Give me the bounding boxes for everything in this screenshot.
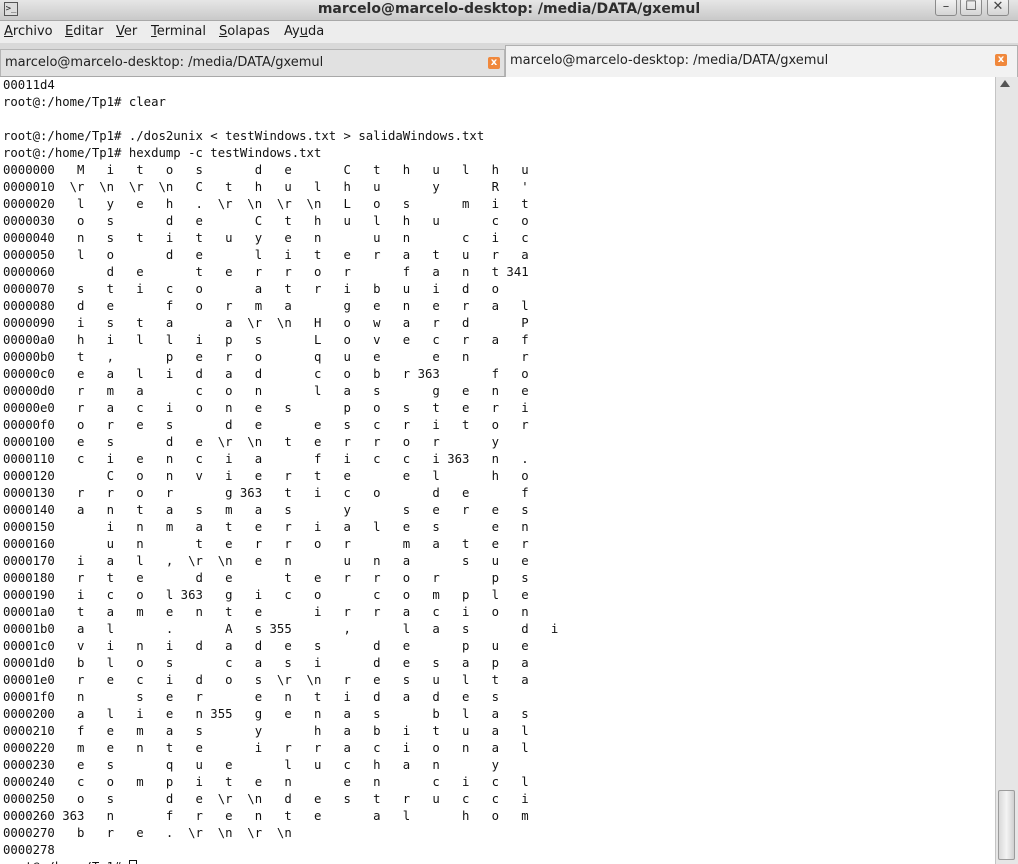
terminal-line: 00001c0 v i n i d a d e s d e p u e — [3, 639, 529, 653]
terminal-prompt: root@:/home/Tp1# — [3, 860, 129, 864]
menu-mnemonic: V — [116, 24, 124, 39]
terminal-line: 0000110 c i e n c i a f i c c i 363 n . — [3, 452, 529, 466]
terminal-line: 00000c0 e a l i d a d c o b r 363 f o — [3, 367, 529, 381]
menu-label: rchivo — [12, 24, 53, 39]
terminal-line: 0000240 c o m p i t e n e n c i c l — [3, 775, 529, 789]
terminal-line: 0000030 o s d e C t h u l h u c o — [3, 214, 529, 228]
terminal-line: 00000e0 r a c i o n e s p o s t e r i — [3, 401, 529, 415]
menu-mnemonic: A — [4, 24, 13, 39]
menu-archivo[interactable]: Archivo — [4, 22, 53, 42]
terminal-line: 0000090 i s t a a \r \n H o w a r d P — [3, 316, 529, 330]
terminal-line: root@:/home/Tp1# hexdump -c testWindows.… — [3, 146, 322, 160]
menu-label: da — [307, 24, 325, 39]
terminal-line: 00001d0 b l o s c a s i d e s a p a — [3, 656, 529, 670]
terminal-line: 0000060 d e t e r r o r f a n t 341 — [3, 265, 529, 279]
close-window-button[interactable]: ✕ — [987, 0, 1009, 16]
maximize-button[interactable]: ☐ — [960, 0, 982, 16]
terminal-line: 0000260 363 n f r e n t e a l h o m — [3, 809, 529, 823]
tab-close-icon[interactable]: x — [995, 54, 1007, 66]
terminal-line: 0000140 a n t a s m a s y s e r e s — [3, 503, 529, 517]
title-bar[interactable]: >_ marcelo@marcelo-desktop: /media/DATA/… — [0, 0, 1018, 21]
terminal-line: root@:/home/Tp1# ./dos2unix < testWindow… — [3, 129, 485, 143]
terminal-line: root@:/home/Tp1# clear — [3, 95, 166, 109]
terminal-line: 0000220 m e n t e i r r a c i o n a l — [3, 741, 529, 755]
terminal-line: 00000a0 h i l l i p s L o v e c r a f — [3, 333, 529, 347]
menu-ayuda[interactable]: Ayuda — [284, 22, 324, 42]
tab-close-icon[interactable]: x — [488, 57, 500, 69]
menu-terminal[interactable]: Terminal — [151, 22, 206, 42]
menu-bar: Archivo Editar Ver Terminal Solapas Ayud… — [0, 21, 1018, 43]
terminal-line: 0000020 l y e h . \r \n \r \n L o s m i … — [3, 197, 529, 211]
terminal-line: 0000200 a l i e n 355 g e n a s b l a s — [3, 707, 529, 721]
terminal-line: 0000160 u n t e r r o r m a t e r — [3, 537, 529, 551]
minimize-button[interactable]: – — [935, 0, 957, 16]
text-cursor — [128, 860, 137, 864]
menu-label: Ay — [284, 24, 300, 39]
terminal-output[interactable]: 00011d4 root@:/home/Tp1# clear root@:/ho… — [0, 77, 995, 864]
terminal-line: 0000170 i a l , \r \n e n u n a s u e — [3, 554, 529, 568]
tab-label: marcelo@marcelo-desktop: /media/DATA/gxe… — [5, 55, 324, 70]
terminal-line: 0000150 i n m a t e r i a l e s e n — [3, 520, 529, 534]
terminal-line: 00001e0 r e c i d o s \r \n r e s u l t … — [3, 673, 529, 687]
terminal-line: 0000050 l o d e l i t e r a t u r a — [3, 248, 529, 262]
terminal-text: 00011d4 root@:/home/Tp1# clear root@:/ho… — [0, 77, 995, 864]
terminal-line: 00001a0 t a m e n t e i r r a c i o n — [3, 605, 529, 619]
terminal-line: 0000000 M i t o s d e C t h u l h u — [3, 163, 529, 177]
terminal-line: 0000100 e s d e \r \n t e r r o r y — [3, 435, 500, 449]
menu-label: ditar — [73, 24, 104, 39]
menu-mnemonic: E — [65, 24, 74, 39]
menu-label: er — [123, 24, 138, 39]
terminal-line: 0000230 e s q u e l u c h a n y — [3, 758, 500, 772]
menu-label: olapas — [227, 24, 270, 39]
tab-bar: marcelo@marcelo-desktop: /media/DATA/gxe… — [0, 43, 1018, 77]
terminal-line: 00000b0 t , p e r o q u e e n r — [3, 350, 529, 364]
menu-editar[interactable]: Editar — [65, 22, 104, 42]
window-title: marcelo@marcelo-desktop: /media/DATA/gxe… — [317, 1, 701, 17]
vertical-scrollbar[interactable] — [995, 77, 1018, 864]
terminal-line: 0000210 f e m a s y h a b i t u a l — [3, 724, 529, 738]
menu-ver[interactable]: Ver — [116, 22, 137, 42]
terminal-line: 00000d0 r m a c o n l a s g e n e — [3, 384, 529, 398]
terminal-line: 00001b0 a l . A s 355 , l a s d i — [3, 622, 559, 636]
tab-terminal-1[interactable]: marcelo@marcelo-desktop: /media/DATA/gxe… — [0, 49, 505, 76]
terminal-line: 0000070 s t i c o a t r i b u i d o — [3, 282, 500, 296]
scroll-up-arrow-icon[interactable] — [1000, 80, 1010, 87]
terminal-line: 00000f0 o r e s d e e s c r i t o r — [3, 418, 529, 432]
terminal-line: 0000010 \r \n \r \n C t h u l h u y R ' — [3, 180, 529, 194]
tab-terminal-2[interactable]: marcelo@marcelo-desktop: /media/DATA/gxe… — [505, 45, 1018, 77]
terminal-line: 0000040 n s t i t u y e n u n c i c — [3, 231, 529, 245]
terminal-line: 00011d4 — [3, 78, 55, 92]
terminal-line: 0000180 r t e d e t e r r o r p s — [3, 571, 529, 585]
terminal-line: 0000278 — [3, 843, 55, 857]
terminal-line: 0000130 r r o r g 363 t i c o d e f — [3, 486, 529, 500]
menu-mnemonic: u — [299, 24, 308, 39]
terminal-line: 0000250 o s d e \r \n d e s t r u c c i — [3, 792, 529, 806]
scroll-thumb[interactable] — [998, 790, 1015, 860]
tab-label: marcelo@marcelo-desktop: /media/DATA/gxe… — [510, 53, 829, 68]
terminal-line: 00001f0 n s e r e n t i d a d e s — [3, 690, 500, 704]
terminal-line: 0000270 b r e . \r \n \r \n — [3, 826, 292, 840]
menu-solapas[interactable]: Solapas — [219, 22, 270, 42]
terminal-line: 0000120 C o n v i e r t e e l h o — [3, 469, 529, 483]
menu-label: erminal — [156, 24, 206, 39]
terminal-line: 0000080 d e f o r m a g e n e r a l — [3, 299, 529, 313]
terminal-line: 0000190 i c o l 363 g i c o c o m p l e — [3, 588, 529, 602]
